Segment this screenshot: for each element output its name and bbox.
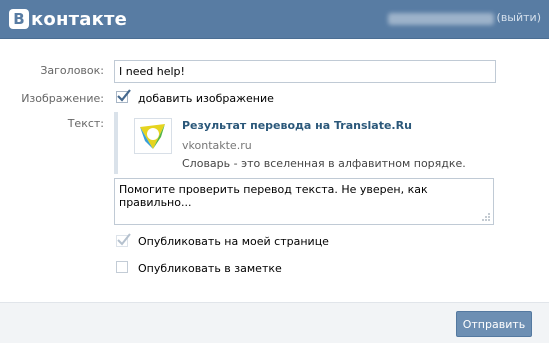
attachment-domain: vkontakte.ru: [182, 139, 252, 152]
send-button[interactable]: Отправить: [456, 311, 532, 337]
vk-logo-mark: В: [9, 9, 29, 29]
title-input[interactable]: [114, 60, 496, 83]
resize-grip-icon[interactable]: [481, 212, 491, 222]
image-label: Изображение:: [21, 92, 104, 105]
vk-logo[interactable]: В контакте: [9, 8, 127, 30]
top-header: В контакте (выйти): [0, 0, 549, 39]
check-icon: [117, 89, 131, 102]
logout-link[interactable]: (выйти): [497, 11, 541, 24]
publish-note-label[interactable]: Опубликовать в заметке: [138, 262, 282, 275]
publish-page-checkbox[interactable]: [116, 233, 131, 247]
attachment-description: Словарь - это вселенная в алфавитном пор…: [182, 157, 466, 170]
title-label: Заголовок:: [40, 64, 104, 77]
check-icon: [117, 233, 131, 246]
vk-logo-text: контакте: [31, 8, 128, 30]
add-image-checkbox[interactable]: [116, 89, 131, 103]
attachment-title-link[interactable]: Результат перевода на Translate.Ru: [182, 119, 412, 132]
translate-ru-logo-icon: [134, 118, 172, 154]
publish-note-checkbox[interactable]: [116, 261, 128, 273]
message-textarea[interactable]: Помогите проверить перевод текста. Не ув…: [114, 178, 494, 225]
add-image-checkbox-label[interactable]: добавить изображение: [138, 92, 274, 105]
link-attachment: Результат перевода на Translate.Ru vkont…: [114, 112, 486, 174]
text-label: Текст:: [67, 117, 104, 130]
user-name-blurred: [388, 13, 494, 25]
publish-page-label[interactable]: Опубликовать на моей странице: [138, 235, 329, 248]
